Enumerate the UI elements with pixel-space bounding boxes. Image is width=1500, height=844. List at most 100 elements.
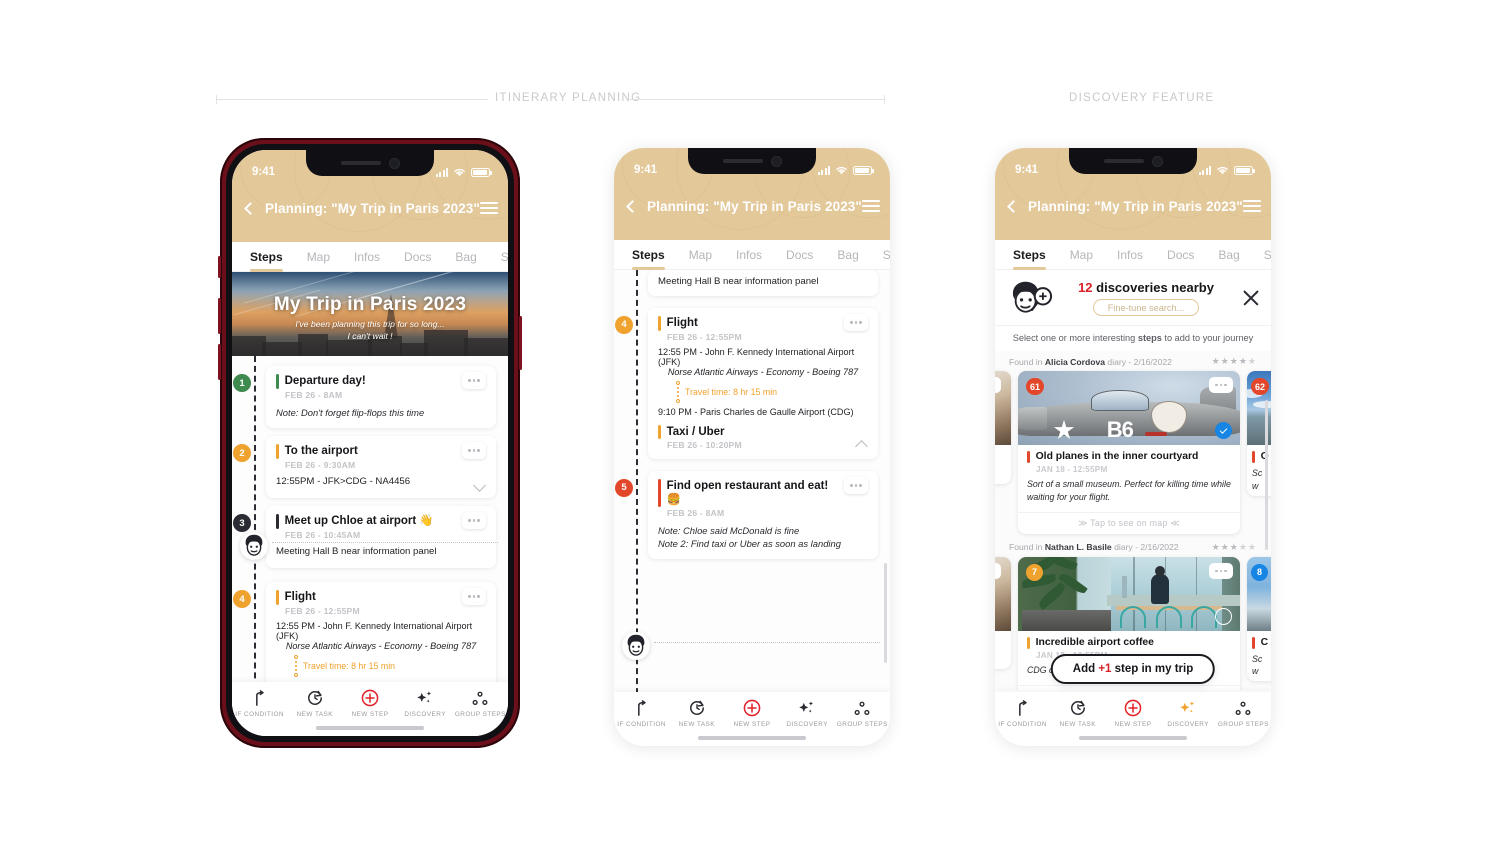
- tab-map[interactable]: Map: [1070, 240, 1106, 270]
- step-card[interactable]: 4 Flight FEB 26 - 12:55PM 12:55 PM - Joh…: [615, 307, 878, 459]
- nav-new-step[interactable]: NEW STEP: [1105, 699, 1160, 728]
- tab-docs[interactable]: Docs: [786, 240, 826, 270]
- avatar[interactable]: [622, 632, 650, 660]
- nav-group-steps[interactable]: GROUP STEPS: [1216, 699, 1271, 728]
- tap-to-see-on-map-button[interactable]: ≫ Tap to see on map ≪: [1018, 511, 1240, 534]
- step-options-icon[interactable]: [462, 442, 486, 460]
- back-button[interactable]: [244, 201, 257, 215]
- discovery-card-carousel[interactable]: B6 61 Old planes in the inner courtyard …: [995, 371, 1271, 540]
- add-cta-prefix: Add: [1072, 663, 1099, 675]
- step-card[interactable]: 3 Meet up Chloe at airport 👋 FEB 26 - 10…: [233, 506, 496, 569]
- tab-infos[interactable]: Infos: [736, 240, 775, 270]
- nav-if-condition[interactable]: IF CONDITION: [614, 699, 669, 728]
- sparkles-icon: [798, 699, 816, 717]
- nav-label: NEW TASK: [296, 711, 333, 718]
- card-options-icon[interactable]: [995, 562, 1001, 579]
- step-card-partial[interactable]: Meeting Hall B near information panel: [648, 270, 878, 296]
- section-label-itinerary: ITINERARY PLANNING: [495, 92, 642, 104]
- tab-bag[interactable]: Bag: [837, 240, 871, 270]
- tab-infos[interactable]: Infos: [354, 242, 393, 272]
- card-selected-check-icon[interactable]: [1215, 422, 1232, 439]
- card-time: JAN 18 - 12:55PM: [1036, 465, 1108, 475]
- hamburger-menu-icon[interactable]: [479, 198, 498, 218]
- nav-group-steps[interactable]: GROUP STEPS: [835, 699, 890, 728]
- back-button[interactable]: [626, 199, 639, 213]
- tab-bag[interactable]: Bag: [1218, 240, 1252, 270]
- tab-docs[interactable]: Docs: [1167, 240, 1207, 270]
- tab-steps[interactable]: Steps: [1013, 240, 1059, 270]
- close-x-icon[interactable]: [1241, 288, 1261, 308]
- tap-to-see-on-map-button[interactable]: ≫ Tap to see on map ≪: [1018, 685, 1240, 690]
- tab-infos[interactable]: Infos: [1117, 240, 1156, 270]
- fine-tune-search-button[interactable]: Fine-tune search...: [1092, 299, 1200, 316]
- nav-label: NEW TASK: [1059, 721, 1096, 728]
- hamburger-menu-icon[interactable]: [1242, 196, 1261, 216]
- found-suffix: diary - 2/16/2022: [1105, 356, 1172, 367]
- discovery-results-list[interactable]: Found in Alicia Cordova diary - 2/16/202…: [995, 351, 1271, 690]
- bottom-navigation: IF CONDITION NEW TASK NEW STEP DISCOVERY: [232, 682, 508, 736]
- branch-condition-icon: [1015, 699, 1030, 717]
- nav-new-task[interactable]: NEW TASK: [1050, 699, 1105, 728]
- nav-discovery[interactable]: DISCOVERY: [780, 699, 835, 728]
- step-options-icon[interactable]: [462, 512, 486, 530]
- tab-bag[interactable]: Bag: [455, 242, 489, 272]
- card-select-circle-icon[interactable]: [1215, 607, 1232, 625]
- nav-if-condition[interactable]: IF CONDITION: [995, 699, 1050, 728]
- step-title: Flight: [666, 316, 698, 329]
- step-card[interactable]: 1 Departure day! FEB 26 - 8AM Note: Don'…: [233, 366, 496, 429]
- nav-new-task[interactable]: NEW TASK: [287, 689, 342, 718]
- tab-steps[interactable]: Steps: [632, 240, 678, 270]
- tab-steps[interactable]: Steps: [250, 242, 296, 272]
- battery-icon: [1234, 165, 1255, 175]
- nav-new-task[interactable]: NEW TASK: [669, 699, 724, 728]
- discovery-card-partial-left[interactable]: [995, 556, 1011, 670]
- phone-itinerary-overview: 9:41 Planning: "My Trip in Paris 2023" S…: [218, 138, 522, 748]
- step-options-icon[interactable]: [844, 476, 868, 494]
- step-options-icon[interactable]: [462, 372, 486, 389]
- scrollbar[interactable]: [884, 563, 887, 663]
- nav-new-step[interactable]: NEW STEP: [342, 689, 397, 718]
- wifi-icon: [836, 166, 847, 175]
- section-label-discovery: DISCOVERY FEATURE: [1069, 92, 1215, 104]
- explorer-avatar-icon: [245, 534, 263, 556]
- discovery-card[interactable]: B6 61 Old planes in the inner courtyard …: [1018, 371, 1240, 534]
- card-options-icon[interactable]: [1209, 377, 1233, 393]
- card-options-icon[interactable]: [1209, 562, 1233, 579]
- flight-departure: 12:55 PM - John F. Kennedy International…: [276, 621, 473, 642]
- steps-timeline[interactable]: 1 Departure day! FEB 26 - 8AM Note: Don'…: [232, 356, 508, 708]
- add-step-button[interactable]: Add +1 step in my trip: [1050, 654, 1216, 684]
- phone-notch: [1069, 148, 1197, 174]
- nav-group-steps[interactable]: GROUP STEPS: [453, 689, 508, 718]
- nav-new-step[interactable]: NEW STEP: [724, 699, 779, 728]
- nav-discovery[interactable]: DISCOVERY: [1161, 699, 1216, 728]
- found-in-row: Found in Nathan L. Basile diary - 2/16/2…: [995, 540, 1271, 557]
- discovery-card-partial-right[interactable]: 8 C Sc w: [1247, 556, 1271, 682]
- nav-discovery[interactable]: DISCOVERY: [398, 689, 453, 718]
- tab-docs[interactable]: Docs: [404, 242, 444, 272]
- tab-map[interactable]: Map: [689, 240, 725, 270]
- tab-settings[interactable]: Setti: [501, 242, 508, 272]
- nav-if-condition[interactable]: IF CONDITION: [232, 689, 287, 718]
- step-options-icon[interactable]: [844, 313, 868, 331]
- back-button[interactable]: [1007, 199, 1020, 213]
- card-options-icon[interactable]: [995, 377, 1001, 393]
- step-time: FEB 26 - 12:55PM: [667, 331, 742, 342]
- tab-settings[interactable]: Setti: [1264, 240, 1271, 270]
- steps-timeline[interactable]: Meeting Hall B near information panel 4 …: [614, 270, 890, 714]
- step-card[interactable]: 2 To the airport FEB 26 - 9:30AM 12:55PM…: [233, 436, 496, 499]
- instruction-part-a: Select one or more interesting: [1012, 333, 1138, 343]
- discovery-card-partial-left[interactable]: [995, 371, 1011, 484]
- step-options-icon[interactable]: [462, 588, 486, 606]
- nav-label: IF CONDITION: [235, 711, 284, 718]
- step-card[interactable]: 5 Find open restaurant and eat! 🍔 FEB 26…: [615, 470, 878, 560]
- hero-title: My Trip in Paris 2023: [273, 294, 467, 315]
- avatar[interactable]: [240, 532, 268, 560]
- scrollbar[interactable]: [1265, 400, 1268, 550]
- rating-stars: ★★★★★: [1211, 356, 1257, 366]
- add-cta-count: +1: [1098, 663, 1112, 675]
- hamburger-menu-icon[interactable]: [861, 196, 880, 216]
- tab-settings[interactable]: Setti: [883, 240, 890, 270]
- tab-map[interactable]: Map: [307, 242, 343, 272]
- front-camera: [390, 158, 399, 168]
- phone-power-button: [519, 316, 522, 370]
